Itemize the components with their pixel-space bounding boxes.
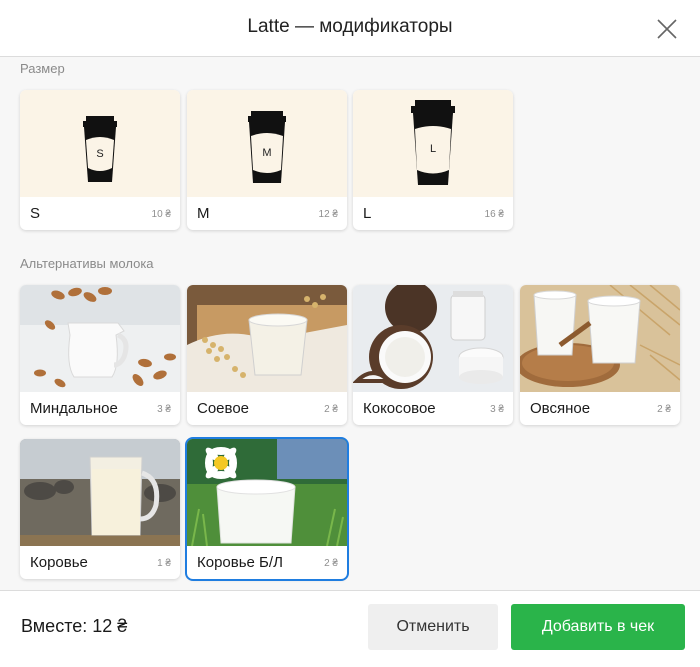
milk-price: 2 ₴ bbox=[324, 404, 338, 415]
cup-letter: M bbox=[262, 147, 271, 159]
size-card-l[interactable]: L L 16 ₴ bbox=[353, 90, 513, 230]
section-label-size: Размер bbox=[20, 61, 65, 76]
milk-name: Овсяное bbox=[530, 400, 591, 417]
milk-card-almond[interactable]: Миндальное 3 ₴ bbox=[20, 285, 180, 425]
modifiers-content: Размер S S 10 ₴ M M 12 ₴ L L 16 ₴ Альтер… bbox=[0, 57, 700, 590]
milk-name: Коровье bbox=[30, 554, 88, 571]
cow-lactose-free-milk-image bbox=[187, 439, 347, 546]
milk-name: Коровье Б/Л bbox=[197, 554, 283, 571]
milk-price: 3 ₴ bbox=[490, 404, 504, 415]
size-price: 12 ₴ bbox=[318, 209, 338, 220]
soy-milk-image bbox=[187, 285, 347, 392]
section-label-milk: Альтернативы молока bbox=[20, 256, 154, 271]
size-card-m[interactable]: M M 12 ₴ bbox=[187, 90, 347, 230]
milk-price: 3 ₴ bbox=[157, 404, 171, 415]
cup-image: L bbox=[353, 90, 513, 197]
almond-milk-image bbox=[20, 285, 180, 392]
size-card-s[interactable]: S S 10 ₴ bbox=[20, 90, 180, 230]
milk-card-coconut[interactable]: Кокосовое 3 ₴ bbox=[353, 285, 513, 425]
cup-image: M bbox=[187, 90, 347, 197]
milk-name: Миндальное bbox=[30, 400, 118, 417]
milk-card-soy[interactable]: Соевое 2 ₴ bbox=[187, 285, 347, 425]
coconut-milk-image bbox=[353, 285, 513, 392]
milk-price: 1 ₴ bbox=[157, 558, 171, 569]
close-icon[interactable] bbox=[656, 18, 678, 40]
milk-price: 2 ₴ bbox=[324, 558, 338, 569]
oat-milk-image bbox=[520, 285, 680, 392]
milk-name: Кокосовое bbox=[363, 400, 436, 417]
modal-header: Latte — модификаторы bbox=[0, 0, 700, 57]
cow-milk-image bbox=[20, 439, 180, 546]
milk-card-cow-lactose-free[interactable]: Коровье Б/Л 2 ₴ bbox=[187, 439, 347, 579]
milk-price: 2 ₴ bbox=[657, 404, 671, 415]
size-price: 10 ₴ bbox=[151, 209, 171, 220]
size-name: L bbox=[363, 205, 372, 222]
cup-letter: S bbox=[96, 148, 103, 160]
size-name: S bbox=[30, 205, 41, 222]
size-name: M bbox=[197, 205, 210, 222]
modal-title: Latte — модификаторы bbox=[247, 16, 453, 37]
cup-image: S bbox=[20, 90, 180, 197]
milk-name: Соевое bbox=[197, 400, 250, 417]
milk-card-oat[interactable]: Овсяное 2 ₴ bbox=[520, 285, 680, 425]
milk-card-cow[interactable]: Коровье 1 ₴ bbox=[20, 439, 180, 579]
size-price: 16 ₴ bbox=[484, 209, 504, 220]
order-total: Вместе: 12 ₴ bbox=[21, 616, 128, 636]
cancel-button[interactable]: Отменить bbox=[368, 604, 498, 650]
cup-letter: L bbox=[430, 143, 436, 155]
modal-footer: Вместе: 12 ₴ Отменить Добавить в чек bbox=[0, 590, 700, 667]
add-to-check-button[interactable]: Добавить в чек bbox=[511, 604, 685, 650]
